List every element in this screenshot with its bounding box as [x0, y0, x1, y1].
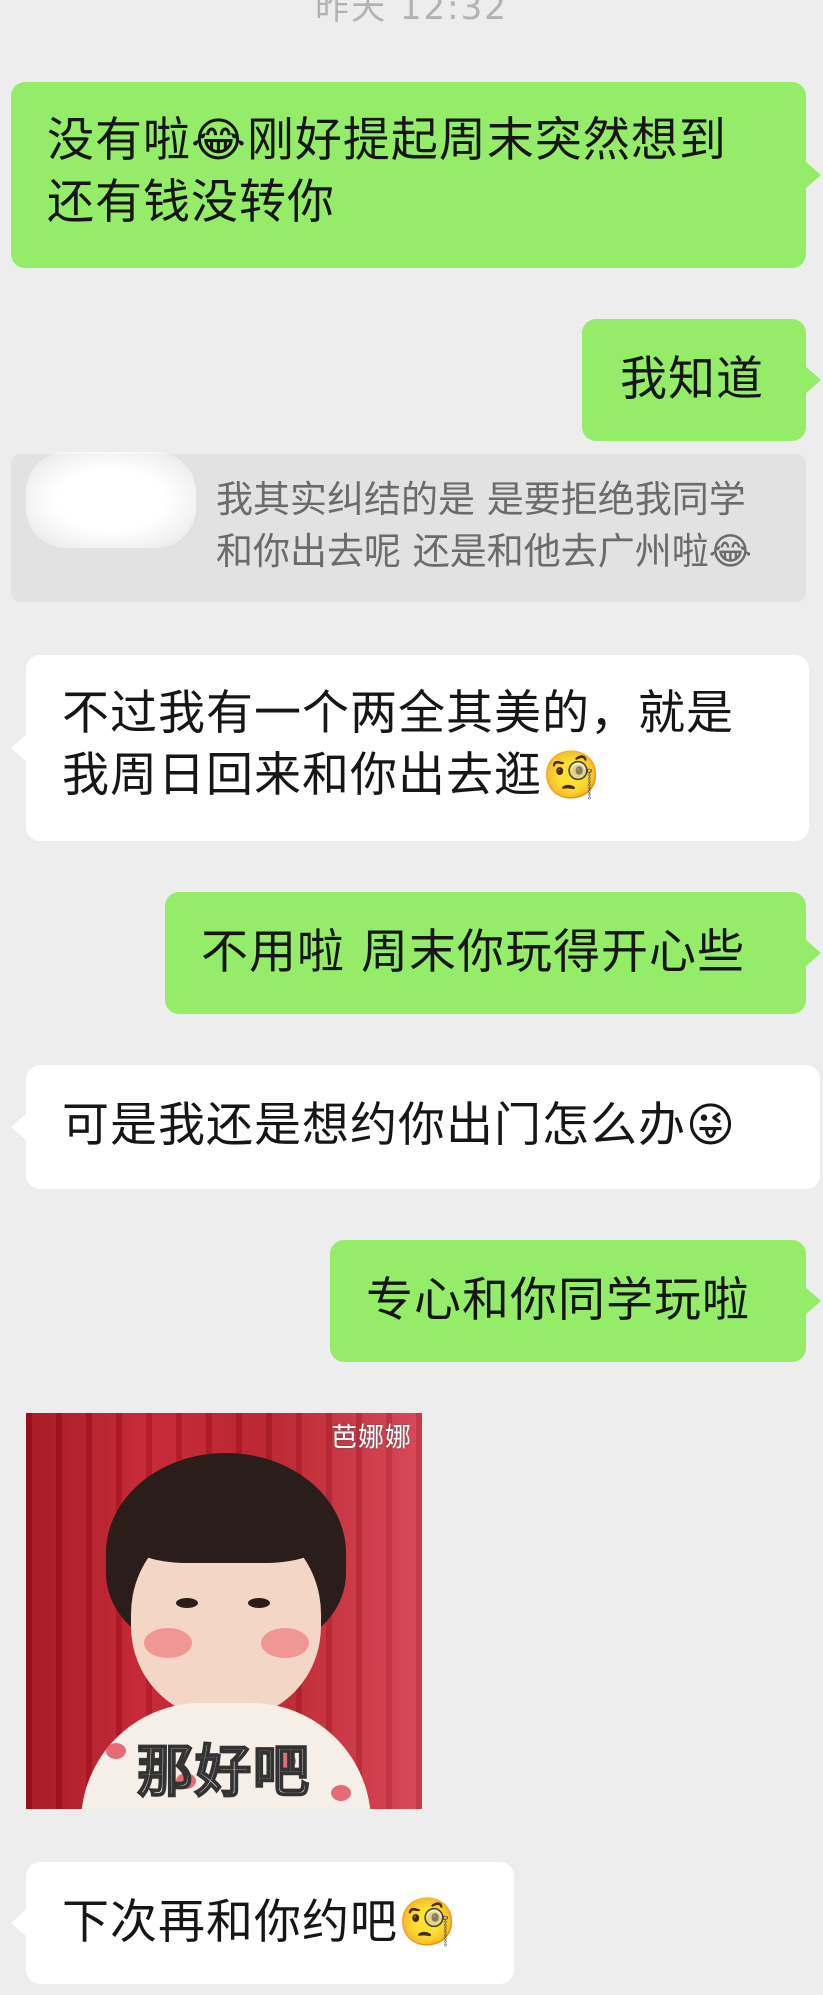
outgoing-message[interactable]: 我知道 [582, 319, 821, 441]
incoming-message[interactable]: 可是我还是想约你出门怎么办😜 [11, 1065, 820, 1189]
message-text: 可是我还是想约你出门怎么办😜 [62, 1098, 736, 1153]
incoming-message[interactable]: 不过我有一个两全其美的，就是我周日回来和你出去逛🧐 [11, 655, 809, 841]
message-text: 专心和你同学玩啦 [366, 1273, 750, 1328]
outgoing-message[interactable]: 不用啦 周末你玩得开心些 [165, 892, 821, 1014]
message-text: 不过我有一个两全其美的，就是我周日回来和你出去逛🧐 [62, 686, 734, 803]
blurred-name [26, 452, 196, 548]
chat-view: 昨天 12:32 没有啦😂刚好提起周末突然想到还有钱没转你 我知道 我其实纠结的… [0, 0, 823, 1995]
outgoing-message[interactable]: 没有啦😂刚好提起周末突然想到还有钱没转你 [11, 82, 821, 268]
message-text: 不用啦 周末你玩得开心些 [201, 925, 745, 980]
incoming-message[interactable]: 下次再和你约吧🧐 [11, 1862, 514, 1984]
message-text: 我知道 [620, 352, 764, 407]
sticker-image[interactable]: 芭娜娜 那好吧 [26, 1413, 422, 1809]
quoted-message[interactable]: 我其实纠结的是 是要拒绝我同学和你出去呢 还是和他去广州啦😂 [11, 452, 806, 602]
quoted-text: 我其实纠结的是 是要拒绝我同学和你出去呢 还是和他去广州啦😂 [216, 478, 752, 573]
outgoing-message[interactable]: 专心和你同学玩啦 [330, 1240, 821, 1362]
sticker-caption: 那好吧 [136, 1739, 311, 1806]
sticker-watermark: 芭娜娜 [330, 1423, 412, 1453]
message-timestamp: 昨天 12:32 [315, 0, 508, 28]
message-text: 下次再和你约吧🧐 [62, 1895, 458, 1950]
message-text: 没有啦😂刚好提起周末突然想到还有钱没转你 [47, 113, 727, 230]
